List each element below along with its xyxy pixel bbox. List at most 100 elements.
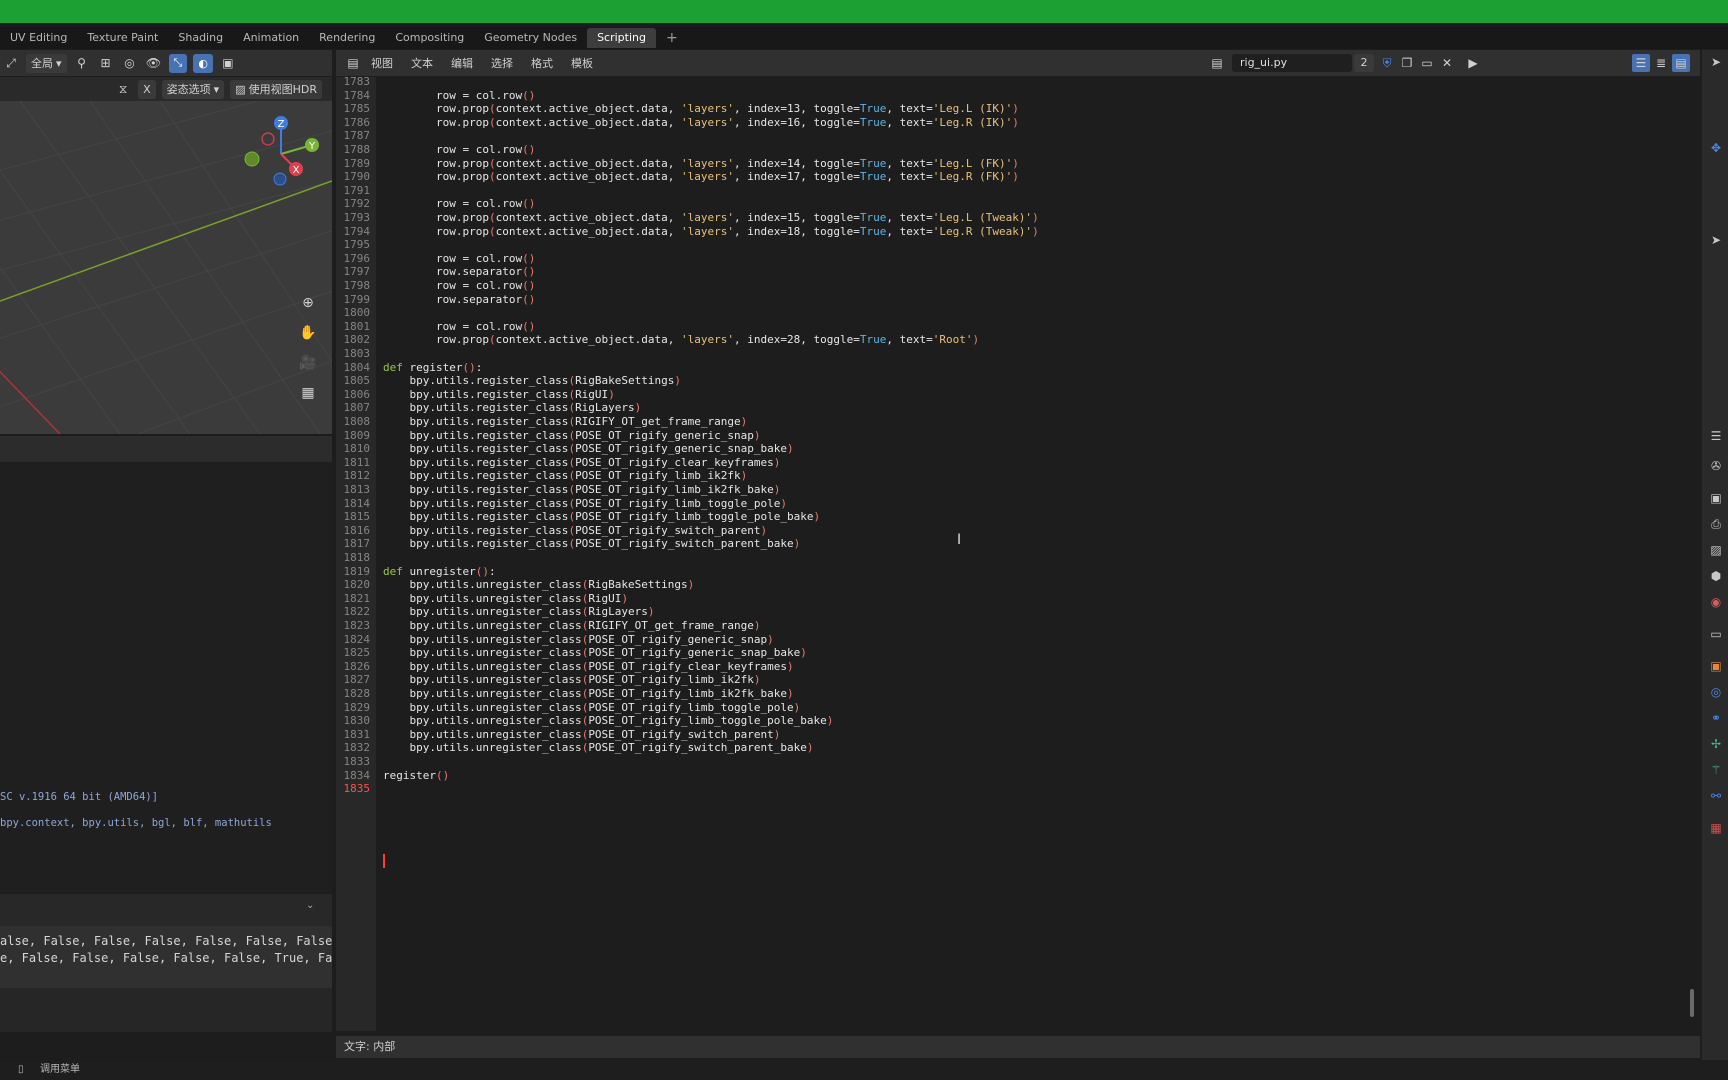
line-number-gutter: 1783 1784 1785 1786 1787 1788 1789 1790 1791 1792… [336, 75, 376, 1031]
line-number: 1797 [343, 265, 371, 278]
line-numbers-icon[interactable]: ☰ [1632, 54, 1650, 72]
tab-geometry-nodes[interactable]: Geometry Nodes [474, 28, 587, 48]
tool-settings-icon[interactable]: ✇ [1706, 456, 1726, 476]
python-console[interactable]: SC v.1916 64 bit (AMD64)] bpy.context, b… [0, 462, 332, 892]
text-cursor [383, 854, 385, 868]
snap-target-icon[interactable]: ⊞ [97, 54, 115, 72]
tab-scripting[interactable]: Scripting [587, 28, 656, 48]
code-line: bpy.utils.register_class(POSE_OT_rigify_… [383, 469, 748, 482]
gizmo-y-label: Y [308, 141, 316, 152]
text-file-name-field[interactable]: rig_ui.py [1232, 54, 1352, 72]
info-editor[interactable]: alse, False, False, False, False, False,… [0, 926, 332, 988]
text-editor-body[interactable]: 1783 1784 1785 1786 1787 1788 1789 1790 1791 1792… [336, 75, 1700, 1031]
zoom-icon[interactable]: ⊕ [296, 291, 320, 315]
tab-rendering[interactable]: Rendering [309, 28, 385, 48]
navigation-gizmo[interactable]: Z Y X [236, 109, 326, 199]
tab-texture-paint[interactable]: Texture Paint [77, 28, 168, 48]
line-number: 1825 [343, 646, 371, 659]
close-icon[interactable]: ✕ [1438, 54, 1456, 72]
pose-tool-icon[interactable]: ✥ [1706, 138, 1726, 158]
line-number: 1823 [343, 619, 371, 632]
run-script-icon[interactable]: ▶ [1464, 54, 1482, 72]
code-line: row.prop(context.active_object.data, 'la… [383, 116, 1019, 129]
line-number: 1807 [343, 401, 371, 414]
menu-view[interactable]: 视图 [371, 55, 393, 71]
pose-options-dropdown[interactable]: 姿态选项 ▾ [161, 79, 225, 99]
syntax-highlight-icon[interactable]: ▤ [1672, 54, 1690, 72]
tab-shading[interactable]: Shading [168, 28, 233, 48]
object-icon[interactable]: ▣ [1706, 656, 1726, 676]
chevron-down-icon[interactable]: ⌄ [306, 900, 314, 911]
select-tool-icon[interactable]: ➤ [1706, 230, 1726, 250]
code-line: bpy.utils.unregister_class(POSE_OT_rigif… [383, 687, 794, 700]
gizmo-toggle-button[interactable]: ⤡ [168, 53, 188, 73]
3d-viewport[interactable]: Z Y X ⊕ ✋ 🎥 ▦ [0, 101, 332, 434]
pan-hand-icon[interactable]: ✋ [296, 321, 320, 345]
line-number: 1822 [343, 605, 371, 618]
world-icon[interactable]: ◉ [1706, 592, 1726, 612]
duplicate-icon[interactable]: ❐ [1398, 54, 1416, 72]
bone-constraint-icon[interactable]: ⚯ [1706, 786, 1726, 806]
collection-icon[interactable]: ▭ [1706, 624, 1726, 644]
transform-pivot-icon[interactable]: ⤢ [2, 54, 20, 72]
menu-edit[interactable]: 编辑 [451, 55, 473, 71]
word-wrap-icon[interactable]: ≣ [1652, 54, 1670, 72]
viewport-subheader: ⧖ X 姿态选项 ▾ ▨ 使用视图HDR [0, 77, 332, 101]
mirror-icon[interactable]: ⧖ [114, 80, 132, 98]
editor-type-icon[interactable]: ☰ [1706, 426, 1726, 446]
overlay-toggle-button[interactable]: ◐ [193, 53, 213, 73]
code-line: bpy.utils.register_class(POSE_OT_rigify_… [383, 442, 794, 455]
output-icon[interactable]: ⎙ [1706, 514, 1726, 534]
gizmo-z-label: Z [278, 119, 285, 130]
constraint-icon[interactable]: ⚭ [1706, 708, 1726, 728]
mirror-x-button[interactable]: X [138, 79, 156, 99]
info-editor-header: ⌄ [0, 894, 332, 926]
transform-orientation-dropdown[interactable]: 全局 ▾ [26, 53, 67, 73]
menu-select[interactable]: 选择 [491, 55, 513, 71]
code-line: bpy.utils.register_class(POSE_OT_rigify_… [383, 510, 821, 523]
line-number: 1792 [343, 197, 371, 210]
text-editor-header: ▤ 视图 文本 编辑 选择 格式 模板 ▤ rig_ui.py 2 ⛨ ❐ ▭ … [336, 50, 1700, 76]
snap-icon[interactable]: ⚲ [73, 54, 91, 72]
text-browse-icon[interactable]: ▤ [1208, 54, 1226, 72]
modifier-icon[interactable]: ◎ [1706, 682, 1726, 702]
line-number: 1833 [343, 755, 371, 768]
render-icon[interactable]: ▣ [1706, 488, 1726, 508]
editor-type-icon[interactable]: ▤ [344, 54, 362, 72]
line-number: 1800 [343, 306, 371, 319]
camera-icon[interactable]: 🎥 [296, 351, 320, 375]
properties-tab-strip: ➤ ✥ ➤ ☰ ✇ ▣ ⎙ ▨ ⬢ ◉ ▭ ▣ ◎ ⚭ ✢ ⚚ ⚯ ▦ [1702, 50, 1728, 1060]
code-line: row.prop(context.active_object.data, 'la… [383, 211, 1039, 224]
proportional-edit-icon[interactable]: ◎ [121, 54, 139, 72]
hdr-toggle-button[interactable]: ▨ 使用视图HDR [230, 79, 322, 99]
scene-icon[interactable]: ⬢ [1706, 566, 1726, 586]
tab-animation[interactable]: Animation [233, 28, 309, 48]
code-line: row.prop(context.active_object.data, 'la… [383, 333, 980, 346]
bone-icon[interactable]: ⚚ [1706, 760, 1726, 780]
texture-icon[interactable]: ▦ [1706, 818, 1726, 838]
tab-compositing[interactable]: Compositing [385, 28, 474, 48]
select-tool-icon[interactable]: ➤ [1706, 52, 1726, 72]
armature-data-icon[interactable]: ✢ [1706, 734, 1726, 754]
fake-user-shield-icon[interactable]: ⛨ [1378, 54, 1396, 72]
folder-icon[interactable]: ▭ [1418, 54, 1436, 72]
menu-templates[interactable]: 模板 [571, 55, 593, 71]
tab-uv-editing[interactable]: UV Editing [0, 28, 77, 48]
scroll-thumb[interactable] [1690, 989, 1694, 1017]
menu-text[interactable]: 文本 [411, 55, 433, 71]
menu-format[interactable]: 格式 [531, 55, 553, 71]
xray-icon[interactable]: ▣ [219, 54, 237, 72]
grid-perspective-icon[interactable]: ▦ [296, 381, 320, 405]
line-number: 1827 [343, 673, 371, 686]
line-number: 1835 [343, 782, 371, 795]
code-line: row = col.row() [383, 143, 536, 156]
add-workspace-button[interactable]: + [656, 28, 688, 48]
view-layer-icon[interactable]: ▨ [1706, 540, 1726, 560]
code-line: bpy.utils.unregister_class(RIGIFY_OT_get… [383, 619, 761, 632]
code-line: row = col.row() [383, 279, 536, 292]
text-scrollbar[interactable] [1688, 77, 1696, 1031]
visibility-icon[interactable]: 👁 [145, 54, 163, 72]
line-number: 1798 [343, 279, 371, 292]
code-line: bpy.utils.unregister_class(POSE_OT_rigif… [383, 673, 761, 686]
user-count-badge[interactable]: 2 [1354, 54, 1374, 72]
